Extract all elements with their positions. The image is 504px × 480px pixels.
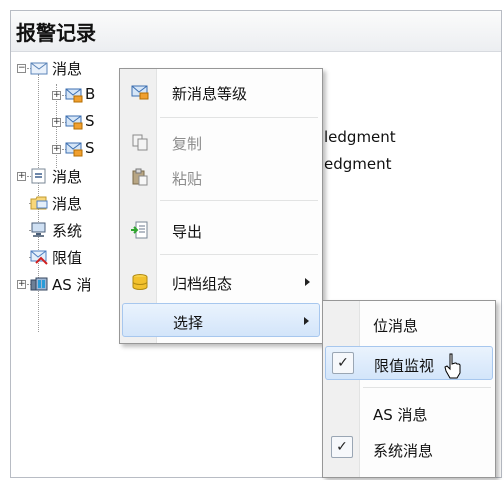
tree-item-label: 消息 bbox=[52, 168, 83, 186]
select-submenu: 位消息 ✓ 限值监视 AS 消息 ✓ 系统消息 bbox=[322, 300, 496, 478]
menu-item-new-message-class[interactable]: 新消息等级 bbox=[122, 75, 320, 109]
check-icon: ✓ bbox=[331, 436, 353, 458]
computer-icon bbox=[31, 222, 46, 237]
envelope-group-icon bbox=[65, 142, 83, 157]
menu-item-label: 粘贴 bbox=[172, 170, 203, 188]
paste-icon bbox=[132, 168, 148, 186]
submenu-item-label: 系统消息 bbox=[373, 442, 434, 460]
menu-item-label: 归档组态 bbox=[172, 275, 233, 293]
menu-separator bbox=[160, 254, 318, 255]
tree-item-label: S bbox=[85, 112, 95, 130]
submenu-item-as-messages[interactable]: AS 消息 bbox=[325, 396, 493, 430]
mouse-cursor-icon bbox=[444, 353, 461, 379]
submenu-item-label: 位消息 bbox=[373, 317, 419, 335]
menu-separator bbox=[363, 387, 491, 388]
menu-separator bbox=[160, 117, 318, 118]
export-icon bbox=[131, 221, 148, 239]
menu-icon-gutter bbox=[120, 69, 157, 343]
menu-item-label: 选择 bbox=[173, 314, 204, 332]
menu-item-select[interactable]: 选择 bbox=[122, 303, 320, 337]
new-class-icon bbox=[131, 85, 149, 100]
tree-item-message-class[interactable]: + B bbox=[11, 83, 121, 107]
menu-item-archive-config[interactable]: 归档组态 bbox=[122, 265, 320, 299]
tree-item-label: AS 消 bbox=[52, 276, 92, 294]
context-menu: 新消息等级 复制 粘贴 导出 归档组态 选择 bbox=[119, 68, 323, 344]
tree-item-as[interactable]: + AS 消 bbox=[11, 272, 121, 296]
tree-item-label: S bbox=[85, 139, 95, 157]
submenu-item-bit-messages[interactable]: 位消息 bbox=[325, 307, 493, 341]
tree-item-message-list[interactable]: + 消息 bbox=[11, 164, 121, 188]
menu-item-copy[interactable]: 复制 bbox=[122, 125, 320, 159]
expand-toggle[interactable]: + bbox=[17, 280, 26, 289]
expand-toggle[interactable]: + bbox=[52, 118, 61, 127]
submenu-item-label: 限值监视 bbox=[374, 357, 435, 375]
submenu-item-label: AS 消息 bbox=[373, 406, 428, 424]
tree-item-system[interactable]: 系统 bbox=[11, 218, 121, 242]
envelope-icon bbox=[30, 62, 48, 75]
tree-item-message-class[interactable]: + S bbox=[11, 137, 121, 161]
folder-envelope-icon bbox=[30, 196, 48, 210]
check-icon: ✓ bbox=[332, 352, 354, 374]
envelope-group-icon bbox=[65, 88, 83, 103]
tree-item-label: 消息 bbox=[52, 60, 83, 78]
menu-item-label: 导出 bbox=[172, 223, 203, 241]
expand-toggle[interactable]: + bbox=[52, 91, 61, 100]
limit-envelope-icon bbox=[30, 250, 48, 265]
menu-item-label: 新消息等级 bbox=[172, 85, 248, 103]
tree-item-limit[interactable]: 限值 bbox=[11, 245, 121, 269]
menu-separator bbox=[160, 200, 318, 201]
submenu-arrow-icon bbox=[304, 317, 309, 325]
list-icon bbox=[31, 168, 46, 184]
expand-toggle[interactable]: + bbox=[17, 172, 26, 181]
plc-icon bbox=[30, 277, 48, 291]
tree-item-label: 限值 bbox=[52, 249, 83, 267]
envelope-group-icon bbox=[65, 115, 83, 130]
tree-item-message-folder[interactable]: 消息 bbox=[11, 191, 121, 215]
archive-icon bbox=[132, 274, 148, 290]
panel-header: 报警记录 bbox=[11, 11, 501, 52]
tree-item-label: B bbox=[85, 85, 96, 103]
tree-item-label: 消息 bbox=[52, 195, 83, 213]
collapse-toggle[interactable]: − bbox=[17, 64, 26, 73]
submenu-arrow-icon bbox=[305, 278, 310, 286]
menu-item-paste[interactable]: 粘贴 bbox=[122, 160, 320, 194]
menu-item-label: 复制 bbox=[172, 135, 203, 153]
tree-item-message-class[interactable]: + S bbox=[11, 110, 121, 134]
submenu-item-limit-monitoring[interactable]: ✓ 限值监视 bbox=[325, 346, 493, 380]
menu-item-export[interactable]: 导出 bbox=[122, 213, 320, 247]
panel-title: 报警记录 bbox=[16, 21, 96, 45]
copy-icon bbox=[132, 134, 148, 151]
expand-toggle[interactable]: + bbox=[52, 145, 61, 154]
submenu-item-system-messages[interactable]: ✓ 系统消息 bbox=[325, 432, 493, 466]
tree-item-label: 系统 bbox=[52, 222, 83, 240]
